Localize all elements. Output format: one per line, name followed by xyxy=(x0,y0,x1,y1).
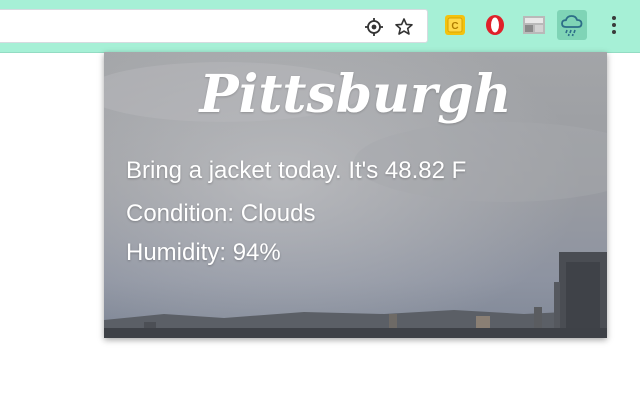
menu-dot xyxy=(612,16,616,20)
weather-humidity: Humidity: 94% xyxy=(126,239,281,266)
menu-dot xyxy=(612,30,616,34)
weather-popup: Pittsburgh Bring a jacket today. It's 48… xyxy=(104,52,607,338)
browser-menu-button[interactable] xyxy=(604,12,624,38)
yellow-extension-letter: C xyxy=(451,21,458,32)
image-extension-icon[interactable] xyxy=(519,10,549,40)
browser-toolbar: C xyxy=(0,0,640,53)
menu-dot xyxy=(612,23,616,27)
city-name: Pittsburgh xyxy=(199,64,512,125)
weather-message: Bring a jacket today. It's 48.82 F xyxy=(126,157,467,184)
opera-vpn-icon[interactable] xyxy=(480,10,510,40)
yellow-extension-icon[interactable]: C xyxy=(440,10,470,40)
star-icon[interactable] xyxy=(393,16,415,38)
weather-cloud-rain-icon[interactable] xyxy=(557,10,587,40)
weather-condition: Condition: Clouds xyxy=(126,200,316,227)
target-icon[interactable] xyxy=(363,16,385,38)
address-bar[interactable] xyxy=(0,9,428,43)
browser-window: C Pittsburgh Bring a jacket today. It's … xyxy=(0,0,640,400)
